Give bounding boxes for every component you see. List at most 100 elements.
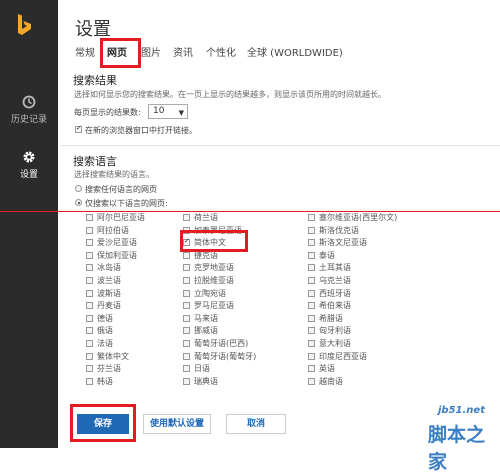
language-checkbox[interactable] [86, 226, 93, 234]
cancel-button[interactable]: 取消 [226, 414, 286, 434]
language-option[interactable]: 马来语 [183, 313, 218, 324]
language-option[interactable]: 克罗地亚语 [183, 262, 234, 273]
sidebar-item-label: 历史记录 [10, 115, 47, 125]
language-option[interactable]: 英语 [308, 363, 335, 374]
language-option[interactable]: 拉脱维亚语 [183, 275, 234, 286]
language-checkbox[interactable] [86, 289, 93, 297]
language-checkbox[interactable] [183, 365, 190, 373]
language-option[interactable]: 保加利亚语 [86, 250, 137, 261]
language-option[interactable]: 印度尼西亚语 [308, 351, 367, 362]
sidebar-item-history[interactable]: 历史记录 [0, 95, 58, 125]
sidebar-item-settings[interactable]: 设置 [0, 150, 58, 180]
language-checkbox[interactable] [308, 277, 315, 284]
language-option[interactable]: 葡萄牙语(巴西) [183, 338, 248, 349]
language-checkbox[interactable] [86, 277, 93, 284]
language-checkbox[interactable] [183, 327, 190, 335]
language-checkbox[interactable] [86, 365, 93, 373]
language-checkbox[interactable] [308, 352, 315, 360]
language-checkbox[interactable] [86, 264, 93, 272]
language-checkbox[interactable] [308, 239, 315, 247]
sidebar-item-label: 设置 [19, 170, 38, 180]
radio-selected-languages[interactable] [75, 199, 82, 206]
annotation-line [0, 211, 500, 212]
language-label: 韩语 [97, 376, 113, 386]
results-per-page-value: 10 [153, 106, 165, 116]
language-checkbox[interactable] [86, 214, 93, 221]
language-checkbox[interactable] [86, 314, 93, 322]
language-checkbox[interactable] [308, 365, 315, 373]
language-option[interactable]: 希腊语 [308, 313, 343, 324]
language-option[interactable]: 立陶宛语 [183, 288, 226, 299]
language-checkbox[interactable] [308, 377, 315, 385]
language-option[interactable]: 波兰语 [86, 275, 121, 286]
language-option[interactable]: 匈牙利语 [308, 325, 351, 336]
language-option[interactable]: 罗马尼亚语 [183, 300, 234, 311]
language-checkbox[interactable] [86, 352, 93, 360]
language-checkbox[interactable] [183, 214, 190, 221]
language-checkbox[interactable] [308, 302, 315, 310]
language-checkbox[interactable] [86, 251, 93, 259]
language-checkbox[interactable] [308, 214, 315, 221]
per-page-label: 每页显示的结果数: [74, 108, 141, 117]
language-option[interactable]: 西班牙语 [308, 288, 351, 299]
language-checkbox[interactable] [308, 289, 315, 297]
language-checkbox[interactable] [86, 239, 93, 247]
language-checkbox[interactable] [308, 251, 315, 259]
use-default-button[interactable]: 使用默认设置 [143, 414, 211, 434]
results-per-page-select[interactable]: 10 ▼ [148, 104, 188, 119]
language-checkbox[interactable] [183, 277, 190, 284]
language-option[interactable]: 乌克兰语 [308, 275, 351, 286]
language-option[interactable]: 越南语 [308, 376, 343, 387]
radio-any-language[interactable] [75, 185, 82, 192]
language-option[interactable]: 韩语 [86, 376, 113, 387]
language-option[interactable]: 葡萄牙语(葡萄牙) [183, 351, 256, 362]
language-checkbox[interactable] [183, 302, 190, 310]
language-option[interactable]: 斯洛伐克语 [308, 225, 359, 236]
language-checkbox[interactable] [308, 314, 315, 322]
language-checkbox[interactable] [86, 327, 93, 335]
language-option[interactable]: 阿拉伯语 [86, 225, 129, 236]
bing-logo-icon[interactable] [16, 14, 32, 38]
language-checkbox[interactable] [183, 264, 190, 272]
language-checkbox[interactable] [183, 340, 190, 347]
language-option[interactable]: 塞尔维亚语(西里尔文) [308, 212, 397, 223]
language-checkbox[interactable] [183, 352, 190, 360]
language-option[interactable]: 法语 [86, 338, 113, 349]
language-checkbox[interactable] [86, 340, 93, 347]
language-checkbox[interactable] [183, 251, 190, 259]
language-checkbox[interactable] [308, 327, 315, 335]
language-option[interactable]: 斯洛文尼亚语 [308, 237, 367, 248]
language-label: 捷克语 [194, 250, 218, 260]
language-option[interactable]: 俄语 [86, 325, 113, 336]
language-option[interactable]: 瑞典语 [183, 376, 218, 387]
language-option[interactable]: 爱沙尼亚语 [86, 237, 137, 248]
language-checkbox[interactable] [183, 289, 190, 297]
tab-personalize[interactable]: 个性化 [206, 44, 236, 59]
language-option[interactable]: 波斯语 [86, 288, 121, 299]
language-checkbox[interactable] [308, 226, 315, 234]
language-option[interactable]: 意大利语 [308, 338, 351, 349]
language-checkbox[interactable] [86, 302, 93, 310]
language-checkbox[interactable] [183, 314, 190, 322]
tab-images[interactable]: 图片 [141, 44, 161, 59]
language-option[interactable]: 芬兰语 [86, 363, 121, 374]
tab-worldwide[interactable]: 全球 (WORLDWIDE) [247, 44, 343, 59]
language-option[interactable]: 土耳其语 [308, 262, 351, 273]
tab-general[interactable]: 常规 [75, 44, 95, 59]
new-window-checkbox[interactable] [75, 124, 82, 133]
language-option[interactable]: 德语 [86, 313, 113, 324]
language-checkbox[interactable] [86, 377, 93, 385]
language-checkbox[interactable] [183, 377, 190, 385]
language-option[interactable]: 挪威语 [183, 325, 218, 336]
language-checkbox[interactable] [308, 264, 315, 272]
language-option[interactable]: 希伯来语 [308, 300, 351, 311]
language-option[interactable]: 繁体中文 [86, 351, 129, 362]
language-option[interactable]: 丹麦语 [86, 300, 121, 311]
language-checkbox[interactable] [308, 340, 315, 347]
language-option[interactable]: 日语 [183, 363, 210, 374]
tab-news[interactable]: 资讯 [173, 44, 193, 59]
language-option[interactable]: 泰语 [308, 250, 335, 261]
language-option[interactable]: 阿尔巴尼亚语 [86, 212, 145, 223]
language-option[interactable]: 冰岛语 [86, 262, 121, 273]
language-option[interactable]: 荷兰语 [183, 212, 218, 223]
